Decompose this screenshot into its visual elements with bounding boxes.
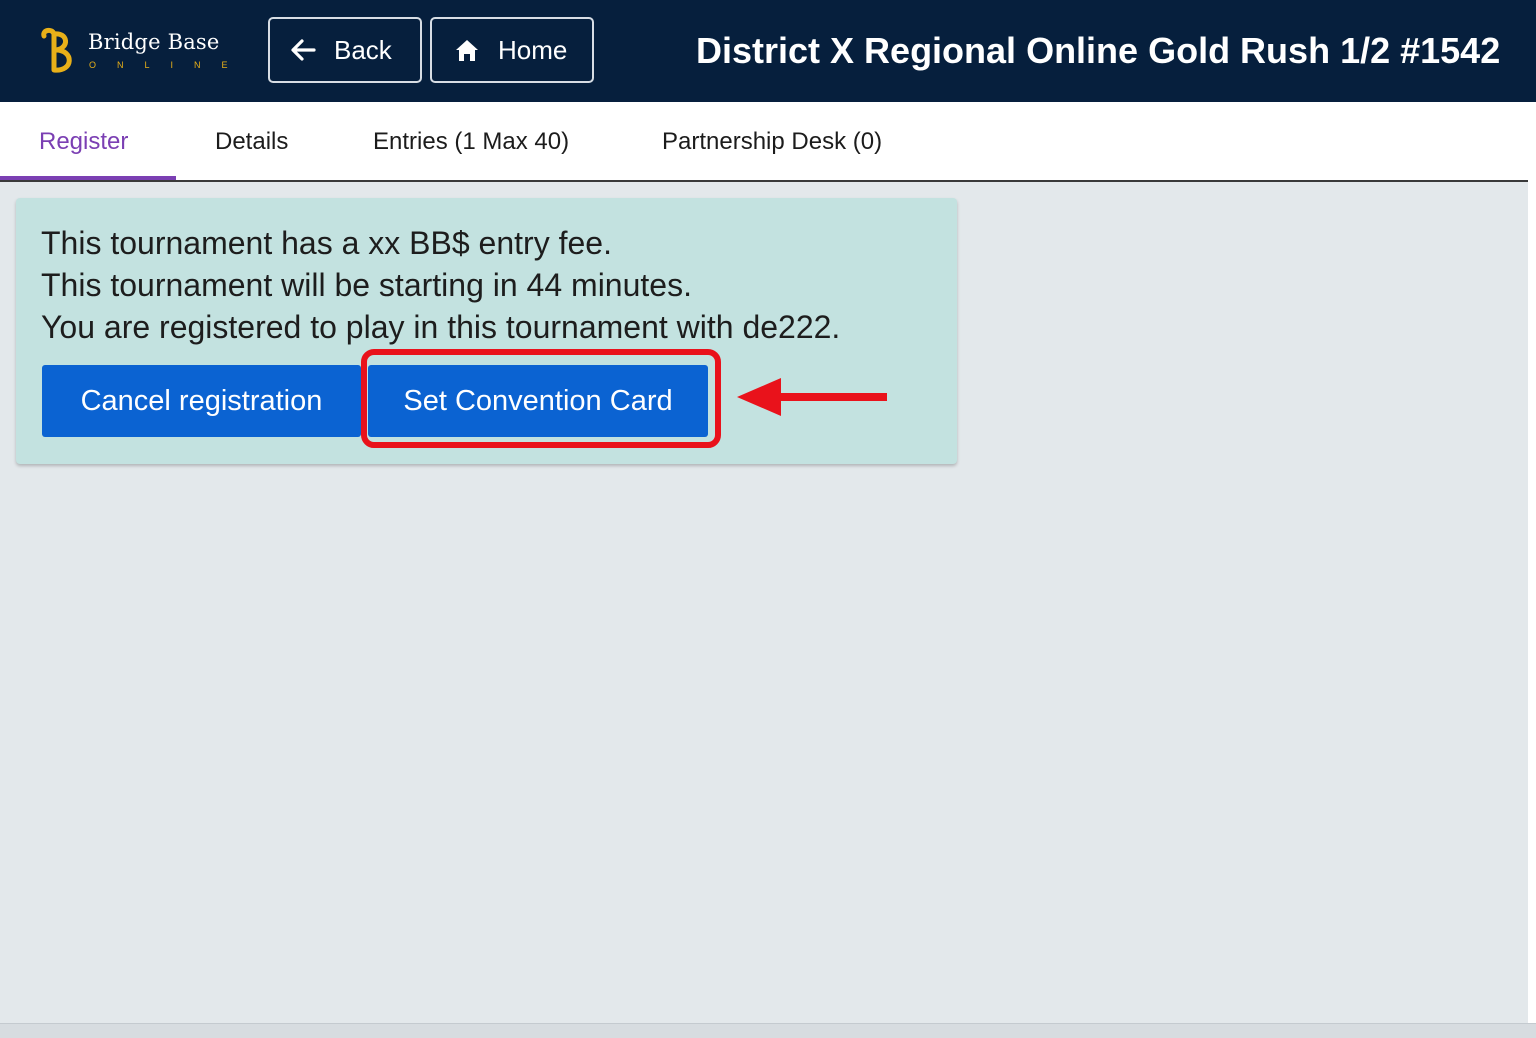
top-bar: Bridge Base ONLINE Back Home District X …: [0, 0, 1536, 102]
tab-register[interactable]: Register: [39, 102, 128, 180]
cancel-registration-button[interactable]: Cancel registration: [42, 365, 361, 437]
arrow-left-icon: [291, 39, 316, 61]
logo-name: Bridge Base: [88, 30, 220, 54]
tab-entries[interactable]: Entries (1 Max 40): [373, 102, 569, 180]
left-arrow-icon: [737, 378, 887, 416]
tab-details[interactable]: Details: [215, 102, 288, 180]
back-button[interactable]: Back: [268, 17, 422, 83]
home-button[interactable]: Home: [430, 17, 594, 83]
tab-bar: Register Details Entries (1 Max 40) Part…: [0, 102, 1528, 182]
active-tab-indicator: [0, 176, 176, 180]
tab-partnership-desk[interactable]: Partnership Desk (0): [662, 102, 882, 180]
right-edge: [1528, 102, 1536, 1037]
start-time-text: This tournament will be starting in 44 m…: [41, 267, 692, 303]
bottom-edge: [0, 1023, 1536, 1038]
back-button-label: Back: [334, 34, 392, 65]
bbo-logo-icon: [41, 27, 72, 73]
registration-panel: This tournament has a xx BB$ entry fee. …: [16, 198, 957, 464]
logo-subtitle: ONLINE: [89, 60, 249, 70]
entry-fee-text: This tournament has a xx BB$ entry fee.: [41, 225, 612, 261]
tournament-title: District X Regional Online Gold Rush 1/2…: [696, 30, 1501, 71]
set-convention-card-button[interactable]: Set Convention Card: [368, 365, 708, 437]
registration-status-text: You are registered to play in this tourn…: [41, 309, 841, 345]
bridge-base-logo[interactable]: Bridge Base ONLINE: [38, 26, 238, 78]
home-icon: [456, 40, 478, 61]
home-button-label: Home: [498, 34, 568, 65]
